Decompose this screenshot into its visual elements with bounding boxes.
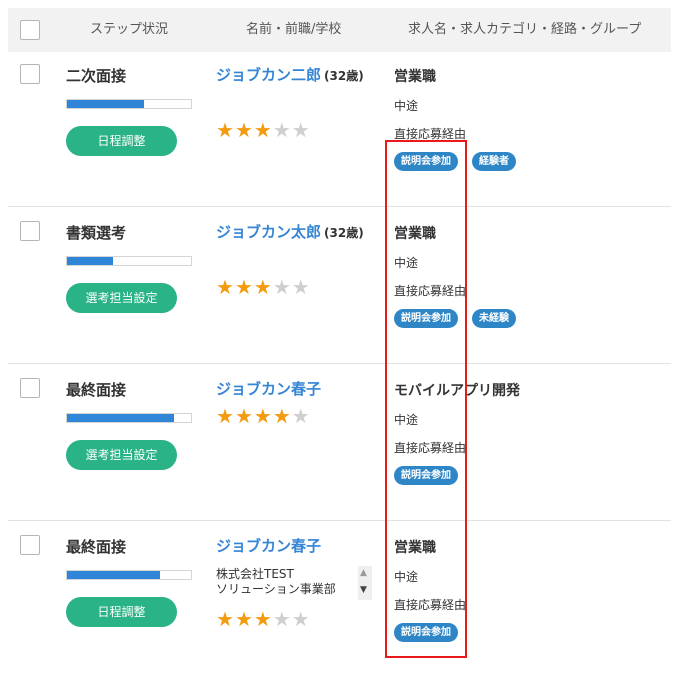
tag-experienced: 経験者 (472, 152, 516, 171)
application-route: 直接応募経由 (394, 127, 467, 141)
candidate-age: (32歳) (324, 69, 364, 83)
star-empty-icon[interactable]: ★ (273, 607, 292, 631)
star-filled-icon[interactable]: ★ (254, 404, 273, 428)
candidate-name-link[interactable]: ジョブカン二郎 (32歳) (216, 64, 364, 85)
star-empty-icon[interactable]: ★ (273, 118, 292, 142)
star-filled-icon[interactable]: ★ (254, 607, 273, 631)
star-empty-icon[interactable]: ★ (292, 118, 311, 142)
job-category: 中途 (394, 99, 419, 113)
candidate-name[interactable]: ジョブカン春子 (216, 380, 321, 398)
row-checkbox[interactable] (20, 64, 40, 84)
job-title: モバイルアプリ開発 (394, 383, 520, 399)
employer-name: 株式会社TEST (216, 567, 294, 581)
step-status: 書類選考 (66, 224, 127, 242)
tag-inexperienced: 未経験 (472, 309, 516, 328)
rating-stars[interactable]: ★★★★★ (216, 609, 311, 629)
star-filled-icon[interactable]: ★ (216, 118, 235, 142)
job-category: 中途 (394, 256, 419, 270)
previous-employer-text: 株式会社TEST ソリューション事業部 (216, 567, 336, 597)
step-status: 最終面接 (66, 381, 127, 399)
table-row: 書類選考 選考担当設定 ジョブカン太郎 (32歳) ★★★★★ 営業職 中途 直接… (8, 207, 671, 364)
candidate-name[interactable]: ジョブカン春子 (216, 537, 321, 555)
scroll-down-icon[interactable]: ▼ (360, 586, 367, 595)
rating-stars[interactable]: ★★★★★ (216, 120, 311, 140)
row-checkbox[interactable] (20, 378, 40, 398)
star-filled-icon[interactable]: ★ (216, 404, 235, 428)
star-empty-icon[interactable]: ★ (292, 404, 311, 428)
star-filled-icon[interactable]: ★ (235, 607, 254, 631)
tag-seminar: 説明会参加 (394, 623, 458, 642)
rating-stars[interactable]: ★★★★★ (216, 406, 311, 426)
employer-department: ソリューション事業部 (216, 582, 336, 596)
job-title: 営業職 (394, 226, 436, 242)
star-filled-icon[interactable]: ★ (216, 607, 235, 631)
application-route: 直接応募経由 (394, 441, 467, 455)
rating-stars[interactable]: ★★★★★ (216, 277, 311, 297)
candidate-name-link[interactable]: ジョブカン春子 (216, 535, 321, 556)
star-filled-icon[interactable]: ★ (254, 275, 273, 299)
star-empty-icon[interactable]: ★ (273, 275, 292, 299)
star-filled-icon[interactable]: ★ (235, 404, 254, 428)
scrollbar[interactable]: ▲ ▼ (358, 566, 372, 600)
header-name: 名前・前職/学校 (246, 22, 342, 37)
tag-seminar: 説明会参加 (394, 152, 458, 171)
row-checkbox[interactable] (20, 535, 40, 555)
tag-seminar: 説明会参加 (394, 309, 458, 328)
candidate-name-link[interactable]: ジョブカン太郎 (32歳) (216, 221, 364, 242)
row-checkbox[interactable] (20, 221, 40, 241)
star-filled-icon[interactable]: ★ (235, 118, 254, 142)
star-filled-icon[interactable]: ★ (254, 118, 273, 142)
job-category: 中途 (394, 570, 419, 584)
job-title: 営業職 (394, 540, 436, 556)
header-job: 求人名・求人カテゴリ・経路・グループ (408, 22, 642, 37)
candidate-age: (32歳) (324, 226, 364, 240)
candidate-name-link[interactable]: ジョブカン春子 (216, 378, 321, 399)
progress-bar (66, 570, 192, 580)
table-row: 最終面接 選考担当設定 ジョブカン春子 ★★★★★ モバイルアプリ開発 中途 直… (8, 364, 671, 521)
tag-seminar: 説明会参加 (394, 466, 458, 485)
table-row: 二次面接 日程調整 ジョブカン二郎 (32歳) ★★★★★ 営業職 中途 直接応募… (8, 52, 671, 207)
schedule-button[interactable]: 日程調整 (66, 126, 177, 156)
header-step-status: ステップ状況 (90, 22, 169, 37)
progress-bar (66, 99, 192, 109)
star-filled-icon[interactable]: ★ (216, 275, 235, 299)
progress-bar (66, 413, 192, 423)
step-status: 最終面接 (66, 538, 127, 556)
star-filled-icon[interactable]: ★ (273, 404, 292, 428)
candidate-name[interactable]: ジョブカン二郎 (216, 66, 321, 84)
schedule-button[interactable]: 日程調整 (66, 597, 177, 627)
application-route: 直接応募経由 (394, 284, 467, 298)
assign-reviewer-button[interactable]: 選考担当設定 (66, 283, 177, 313)
star-empty-icon[interactable]: ★ (292, 607, 311, 631)
table-row: 最終面接 日程調整 ジョブカン春子 株式会社TEST ソリューション事業部 ▲ … (8, 521, 671, 671)
scroll-up-icon[interactable]: ▲ (360, 569, 367, 578)
star-filled-icon[interactable]: ★ (235, 275, 254, 299)
job-category: 中途 (394, 413, 419, 427)
star-empty-icon[interactable]: ★ (292, 275, 311, 299)
assign-reviewer-button[interactable]: 選考担当設定 (66, 440, 177, 470)
previous-employer-box[interactable]: 株式会社TEST ソリューション事業部 ▲ ▼ (216, 566, 372, 600)
select-all-checkbox[interactable] (20, 20, 40, 40)
candidate-name[interactable]: ジョブカン太郎 (216, 223, 321, 241)
application-route: 直接応募経由 (394, 598, 467, 612)
job-title: 営業職 (394, 69, 436, 85)
table-header: ステップ状況 名前・前職/学校 求人名・求人カテゴリ・経路・グループ (8, 8, 671, 52)
step-status: 二次面接 (66, 67, 127, 85)
progress-bar (66, 256, 192, 266)
